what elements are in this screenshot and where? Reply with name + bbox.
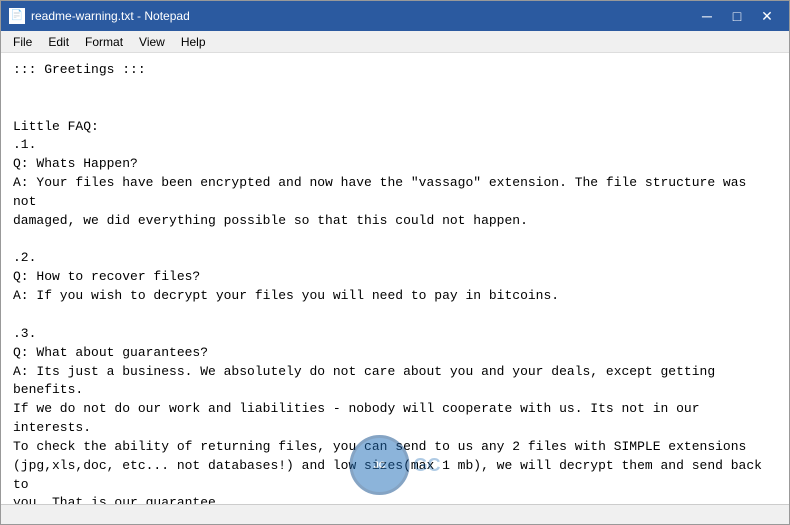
title-bar: 📄 readme-warning.txt - Notepad ─ □ ✕	[1, 1, 789, 31]
window-title: readme-warning.txt - Notepad	[31, 9, 190, 23]
minimize-button[interactable]: ─	[693, 6, 721, 26]
content-area: ::: Greetings ::: Little FAQ: .1. Q: Wha…	[1, 53, 789, 504]
menu-help[interactable]: Help	[173, 33, 214, 51]
close-button[interactable]: ✕	[753, 6, 781, 26]
text-editor[interactable]: ::: Greetings ::: Little FAQ: .1. Q: Wha…	[1, 53, 789, 504]
maximize-button[interactable]: □	[723, 6, 751, 26]
menu-view[interactable]: View	[131, 33, 173, 51]
menu-file[interactable]: File	[5, 33, 40, 51]
window-controls: ─ □ ✕	[693, 6, 781, 26]
app-icon: 📄	[9, 8, 25, 24]
menu-format[interactable]: Format	[77, 33, 131, 51]
menu-bar: File Edit Format View Help	[1, 31, 789, 53]
menu-edit[interactable]: Edit	[40, 33, 77, 51]
title-bar-left: 📄 readme-warning.txt - Notepad	[9, 8, 190, 24]
status-bar	[1, 504, 789, 524]
